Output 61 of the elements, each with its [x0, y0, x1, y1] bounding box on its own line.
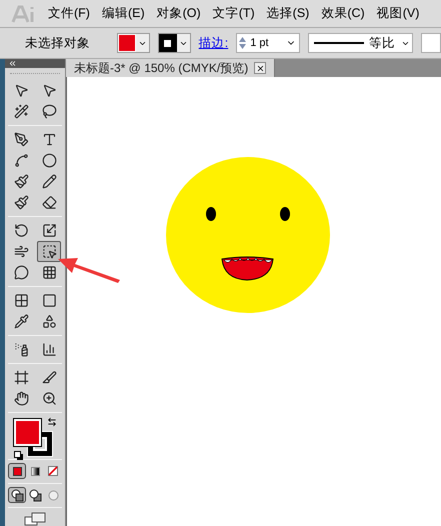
magic-wand-icon	[14, 104, 28, 119]
stroke-swatch	[158, 34, 177, 52]
profile-dropdown[interactable]: 等比	[308, 33, 413, 53]
lasso-icon	[42, 104, 56, 119]
knife-icon	[42, 370, 56, 385]
collapse-icon[interactable]	[8, 59, 17, 68]
menu-item[interactable]: 选择(S)	[260, 4, 316, 23]
grid-icon	[42, 265, 56, 280]
curve-icon	[14, 153, 28, 168]
brush-icon	[14, 174, 28, 189]
arrow-cursor-icon	[14, 83, 28, 98]
mode-button[interactable]	[8, 463, 26, 479]
document-tab[interactable]: 未标题-3* @ 150% (CMYK/预览)	[66, 59, 276, 77]
pointer-arrow	[58, 258, 120, 283]
selection-label: 未选择对象	[25, 34, 91, 52]
menu-item[interactable]: 编辑(E)	[96, 4, 151, 23]
stroke-weight-field[interactable]: 1 pt	[236, 33, 300, 53]
menu-item[interactable]: 文件(F)	[42, 4, 96, 23]
spray-can-icon	[14, 342, 28, 357]
menu-item[interactable]: 文字(T)	[206, 4, 261, 23]
rotate-icon	[14, 223, 28, 238]
line-profile-icon	[314, 42, 364, 44]
stroke-link[interactable]: 描边:	[198, 34, 228, 52]
close-icon	[256, 64, 265, 72]
swap-icon[interactable]	[47, 417, 57, 427]
mode-button[interactable]	[8, 487, 26, 503]
artboard-icon	[14, 370, 28, 385]
scale-icon	[42, 223, 56, 238]
close-button[interactable]	[254, 62, 266, 74]
menu-item[interactable]: 对象(O)	[150, 4, 207, 23]
blob-brush-icon	[14, 195, 28, 210]
none-icon	[48, 466, 58, 476]
menu-item[interactable]: 视图(V)	[370, 4, 426, 23]
draw-inside-icon	[48, 490, 58, 500]
eraser-icon	[42, 195, 56, 210]
app-logo-icon	[10, 4, 36, 24]
stroke-weight-value: 1 pt	[250, 36, 270, 51]
mesh-icon	[14, 293, 28, 308]
type-icon	[42, 132, 56, 147]
solid-color-icon	[12, 466, 22, 476]
default-colors-icon[interactable]	[14, 451, 24, 461]
hand-icon	[14, 391, 28, 406]
fill-color-swatch[interactable]	[14, 419, 41, 446]
pen-icon	[14, 132, 28, 147]
draw-behind-icon	[28, 488, 42, 502]
document-title: 未标题-3* @ 150% (CMYK/预览)	[74, 60, 248, 77]
zoom-icon	[42, 391, 56, 406]
stroke-dropdown[interactable]	[158, 33, 191, 53]
bar-chart-icon	[42, 342, 56, 357]
dashed-box-cursor-icon	[42, 244, 56, 259]
spinner-icon	[238, 35, 248, 51]
profile-value: 等比	[369, 34, 396, 52]
tool-button[interactable]	[37, 241, 61, 262]
hollow-cursor-icon	[42, 83, 56, 98]
eyedropper-icon	[14, 314, 28, 329]
menu-item[interactable]: 效果(C)	[315, 4, 371, 23]
draw-normal-icon	[10, 488, 24, 502]
pencil-icon	[42, 174, 56, 189]
screen-mode-icon[interactable]	[24, 512, 46, 526]
ellipse-icon	[42, 153, 56, 168]
fill-dropdown[interactable]	[116, 33, 150, 53]
